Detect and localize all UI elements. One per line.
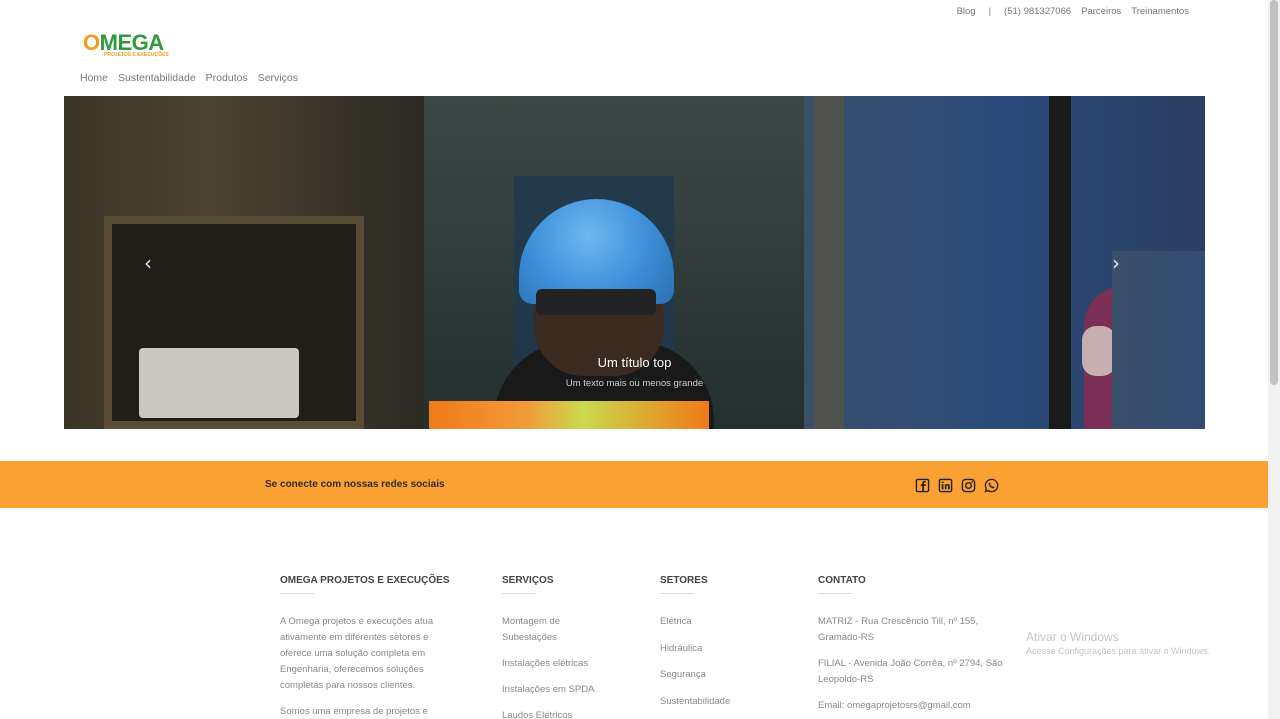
worker-strap [536,289,656,315]
social-icons [915,478,999,493]
servico-link[interactable]: Laudos Elétricos [502,708,612,719]
footer-divider [818,593,852,594]
separator: | [988,6,992,17]
footer-servicos-title: SERVIÇOS [502,575,554,586]
phone-link[interactable]: (51) 981327066 [1004,6,1071,17]
servico-link[interactable]: Instalações em SPDA [502,682,612,698]
chevron-right-icon[interactable]: › [1112,251,1205,429]
servico-link[interactable]: Montagem de Subestações [502,614,612,646]
setor-link[interactable]: Sustentabilidade [660,694,780,710]
whatsapp-icon[interactable] [984,478,999,493]
omega-logo[interactable]: OMEGA PROJETOS E EXECUÇÕES [80,28,180,60]
page-scrollbar[interactable] [1268,0,1280,719]
nav-item-home[interactable]: Home [80,72,108,84]
footer-about-text: A Omega projetos e execuções atua ativam… [280,616,434,691]
top-bar: Blog | (51) 981327066 Parceiros Treiname… [957,6,1189,17]
footer-divider [660,593,694,594]
footer-divider [502,593,536,594]
footer-setores-title: SETORES [660,575,708,586]
footer-about-title: OMEGA PROJETOS E EXECUÇÕES [280,575,450,586]
contato-filial: FILIAL - Avenida João Corrêa, nº 2794, S… [818,658,1003,685]
carousel-caption-text: Um texto mais ou menos grande [565,378,704,389]
windows-activation-watermark: Ativar o Windows Acesse Configurações pa… [1026,630,1210,656]
footer-servicos: SERVIÇOS Montagem de Subestações Instala… [502,573,612,719]
nav-item-produtos[interactable]: Produtos [206,72,248,84]
setor-link[interactable]: Hidráulica [660,641,780,657]
worker-vest [429,401,709,429]
footer-contato-title: CONTATO [818,575,866,586]
carousel-caption-title: Um título top [597,355,672,370]
facebook-icon[interactable] [915,478,930,493]
windows-watermark-title: Ativar o Windows [1026,630,1119,644]
parceiros-link[interactable]: Parceiros [1081,6,1121,17]
contato-email[interactable]: Email: omegaprojetosrs@gmail.com [818,698,1003,714]
treinamentos-link[interactable]: Treinamentos [1131,6,1189,17]
main-nav: Home Sustentabilidade Produtos Serviços [80,72,298,84]
servico-link[interactable]: Instalações elétricas [502,656,612,672]
linkedin-icon[interactable] [938,478,953,493]
footer-divider [280,593,314,594]
blog-link[interactable]: Blog [957,6,976,17]
setor-link[interactable]: Elétrica [660,614,780,630]
scrollbar-thumb[interactable] [1270,0,1278,385]
nav-item-servicos[interactable]: Serviços [258,72,298,84]
nav-item-sustentabilidade[interactable]: Sustentabilidade [118,72,196,84]
footer-about: OMEGA PROJETOS E EXECUÇÕES A Omega proje… [280,573,460,719]
instagram-icon[interactable] [961,478,976,493]
social-band: Se conecte com nossas redes sociais [0,461,1268,508]
footer-contato: CONTATO MATRIZ - Rua Crescêncio Till, nº… [818,573,1003,719]
logo-tagline: PROJETOS E EXECUÇÕES [104,52,169,58]
windows-watermark-subtitle: Acesse Configurações para ativar o Windo… [1026,646,1211,656]
setor-link[interactable]: Segurança [660,667,780,683]
chevron-left-icon[interactable]: ‹ [144,251,152,275]
footer-setores: SETORES Elétrica Hidráulica Segurança Su… [660,573,780,719]
social-label: Se conecte com nossas redes sociais [265,479,445,490]
footer-about-text-2: Somos uma empresa de projetos e [280,706,428,717]
hero-carousel: ‹ › Um título top Um texto mais ou menos… [64,96,1205,429]
contato-matriz: MATRIZ - Rua Crescêncio Till, nº 155, Gr… [818,616,979,643]
